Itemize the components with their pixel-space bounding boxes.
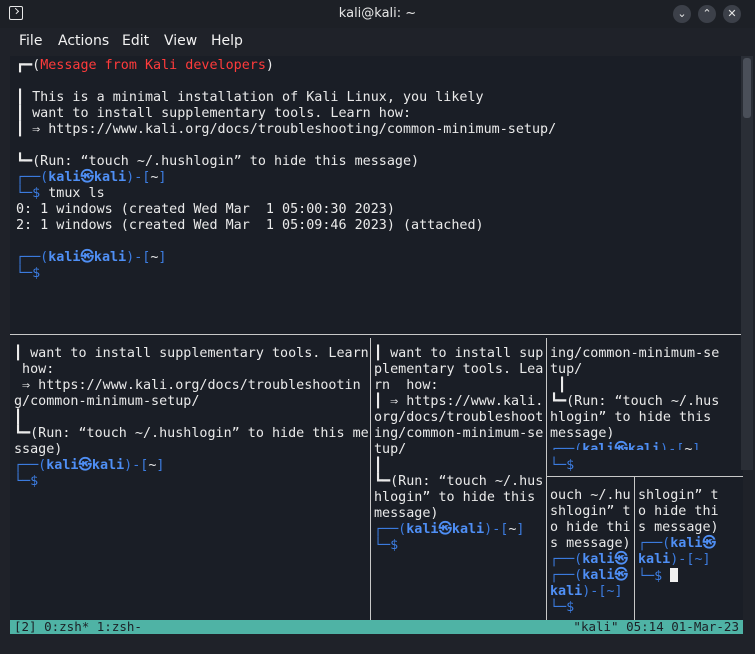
- pane-divider[interactable]: [546, 338, 547, 620]
- pane-line: ┃ ⇒ https://www.kali.: [374, 394, 544, 409]
- tmux-pane-right-top[interactable]: ing/common-minimum-se tup/ ┃ ┗━(Run: “to…: [550, 338, 743, 450]
- prompt-line: └─$: [16, 266, 41, 281]
- prompt-line: kali)-[~]: [638, 552, 711, 567]
- pane-line: ┃: [550, 378, 567, 393]
- terminal-cursor: [670, 568, 679, 582]
- scrollbar-thumb[interactable]: [743, 58, 751, 118]
- menu-file[interactable]: File: [19, 33, 42, 49]
- pane-line: how:: [14, 362, 55, 377]
- pane-line: message): [374, 506, 439, 521]
- terminal-area[interactable]: ┏━(Message from Kali developers) ┃ This …: [10, 56, 743, 634]
- pane-line: ⇒ https://www.kali.org/docs/troubleshoot…: [14, 378, 361, 393]
- pane-line: hlogin” to hide this: [550, 410, 712, 425]
- terminal-window: kali@kali: ~ ⌄ ⌃ ✕ File Actions Edit Vie…: [0, 0, 755, 654]
- prompt-line: ┌──(kali㉿: [550, 568, 628, 583]
- pane-line: ┃ want to install supplementary tools. L…: [14, 346, 368, 361]
- banner-line: ┃ ⇒ https://www.kali.org/docs/troublesho…: [16, 122, 557, 137]
- prompt-line: ┌──(kali㉿kali)-[~]: [16, 170, 167, 185]
- prompt-line: └─$: [374, 538, 399, 553]
- menu-help[interactable]: Help: [211, 33, 243, 49]
- pane-line: ssage): [14, 442, 63, 457]
- tmux-status-right: "kali" 05:14 01-Mar-23: [573, 619, 739, 634]
- pane-line: ouch ~/.hu: [550, 488, 631, 503]
- tmux-pane-right-bottom-left[interactable]: ouch ~/.hu shlogin” t o hide thi s messa…: [550, 480, 632, 620]
- tmux-window-list[interactable]: [2] 0:zsh* 1:zsh-: [14, 620, 142, 634]
- pane-line: ┃ want to install sup: [374, 346, 544, 361]
- title-bar[interactable]: kali@kali: ~ ⌄ ⌃ ✕: [0, 0, 755, 29]
- pane-divider[interactable]: [547, 476, 743, 477]
- prompt-line: ┌──(kali㉿kali)-[~]: [550, 442, 701, 450]
- pane-divider[interactable]: [370, 338, 371, 620]
- tmux-pane-right-bottom-right[interactable]: shlogin” t o hide thi s message) ┌──(kal…: [638, 480, 743, 620]
- minimize-button[interactable]: ⌄: [673, 5, 691, 23]
- banner-footer: ┗━(Run: “touch ~/.hushlogin” to hide thi…: [16, 154, 420, 169]
- pane-line: tup/: [374, 442, 407, 457]
- pane-line: plementary tools. Lea: [374, 362, 544, 377]
- prompt-line: └─$: [14, 474, 39, 489]
- pane-line: ┗━(Run: “touch ~/.hus: [550, 394, 720, 409]
- tmux-pane-top[interactable]: ┏━(Message from Kali developers) ┃ This …: [10, 56, 743, 332]
- terminal-scrollbar[interactable]: [741, 56, 753, 470]
- pane-line: ing/common-minimum-se: [550, 346, 720, 361]
- pane-line: rn how:: [374, 378, 439, 393]
- prompt-line: ┌──(kali㉿: [550, 552, 628, 567]
- pane-line: org/docs/troubleshoot: [374, 410, 544, 425]
- pane-line: ┗━(Run: “touch ~/.hus: [374, 474, 544, 489]
- tmux-pane-bottom-middle[interactable]: ┃ want to install sup plementary tools. …: [374, 338, 544, 620]
- tmux-status-bar: [2] 0:zsh* 1:zsh- "kali" 05:14 01-Mar-23: [10, 620, 743, 634]
- close-button[interactable]: ✕: [723, 5, 741, 23]
- pane-divider[interactable]: [634, 476, 635, 620]
- menu-actions[interactable]: Actions: [58, 33, 109, 49]
- banner-line: ┃ want to install supplementary tools. L…: [16, 106, 412, 121]
- pane-line: ┃: [374, 458, 383, 473]
- pane-line: ┗━(Run: “touch ~/.hushlogin” to hide thi…: [14, 426, 368, 441]
- pane-line: o hide thi: [550, 520, 631, 535]
- pane-line: ┃: [14, 410, 23, 425]
- pane-line: tup/: [550, 362, 583, 377]
- menu-bar: File Actions Edit View Help: [0, 28, 755, 54]
- prompt-line: └─$ tmux ls: [16, 186, 105, 201]
- prompt-line: ┌──(kali㉿kali)-[~]: [14, 458, 165, 473]
- prompt-line: kali)-[~]: [550, 584, 623, 599]
- prompt-line: ┌──(kali㉿: [638, 536, 716, 551]
- pane-line: message): [550, 426, 615, 441]
- prompt-line: ┌──(kali㉿kali)-[~]: [16, 250, 167, 265]
- command-output: 2: 1 windows (created Wed Mar 1 05:09:46…: [16, 218, 484, 233]
- pane-line: shlogin” t: [638, 488, 719, 503]
- pane-line: hlogin” to hide this: [374, 490, 536, 505]
- banner-header: ┏━(Message from Kali developers): [16, 58, 274, 73]
- maximize-button[interactable]: ⌃: [698, 5, 716, 23]
- tmux-pane-bottom-left[interactable]: ┃ want to install supplementary tools. L…: [10, 338, 368, 620]
- prompt-line: ┌──(kali㉿kali)-[~]: [374, 522, 525, 537]
- window-title: kali@kali: ~: [338, 6, 417, 21]
- menu-view[interactable]: View: [164, 33, 197, 49]
- prompt-line: └─$: [550, 458, 575, 473]
- banner-line: ┃ This is a minimal installation of Kali…: [16, 90, 484, 105]
- pane-line: s message): [638, 520, 719, 535]
- pane-divider[interactable]: [10, 334, 743, 335]
- menu-edit[interactable]: Edit: [122, 33, 149, 49]
- command-output: 0: 1 windows (created Wed Mar 1 05:00:30…: [16, 202, 395, 217]
- pane-line: ing/common-minimum-se: [374, 426, 544, 441]
- pane-line: shlogin” t: [550, 504, 631, 519]
- prompt-line: └─$: [638, 568, 679, 585]
- pane-line: s message): [550, 536, 631, 551]
- prompt-line: └─$: [550, 600, 575, 615]
- pane-line: g/common-minimum-setup/: [14, 394, 200, 409]
- pane-line: o hide thi: [638, 504, 719, 519]
